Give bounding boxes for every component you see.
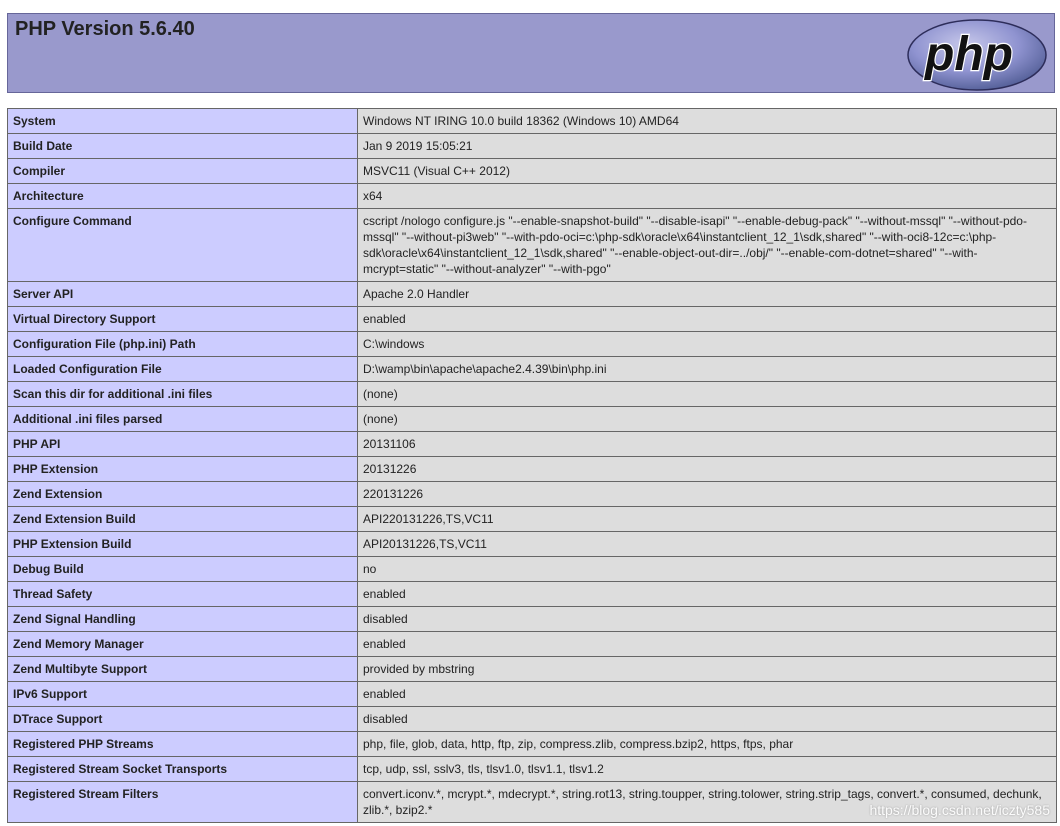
- row-key: Virtual Directory Support: [7, 306, 358, 332]
- row-key: DTrace Support: [7, 706, 358, 732]
- row-value: Jan 9 2019 15:05:21: [357, 133, 1057, 159]
- table-row: Scan this dir for additional .ini files(…: [7, 381, 1057, 407]
- table-row: IPv6 Support enabled: [7, 681, 1057, 707]
- source-watermark: https://blog.csdn.net/iczty585: [869, 802, 1050, 818]
- row-value: no: [357, 556, 1057, 582]
- table-row: Configuration File (php.ini) Path C:\wind…: [7, 331, 1057, 357]
- row-key: Zend Multibyte Support: [7, 656, 358, 682]
- row-key: Registered PHP Streams: [7, 731, 358, 757]
- row-value: enabled: [357, 681, 1057, 707]
- table-row: System Windows NT IRING 10.0 build 18362 …: [7, 108, 1057, 134]
- table-row: Debug Build no: [7, 556, 1057, 582]
- row-value: (none): [357, 381, 1057, 407]
- row-key: Configure Command: [7, 208, 358, 282]
- row-value: MSVC11 (Visual C++ 2012): [357, 158, 1057, 184]
- page-title: PHP Version 5.6.40: [15, 18, 195, 40]
- table-row: Registered PHP Streams php, file, glob, d…: [7, 731, 1057, 757]
- row-value: API220131226,TS,VC11: [357, 506, 1057, 532]
- row-key: Architecture: [7, 183, 358, 209]
- row-key: Zend Extension: [7, 481, 358, 507]
- row-key: Zend Extension Build: [7, 506, 358, 532]
- php-version-header: PHP Version 5.6.40 php: [7, 13, 1055, 93]
- table-row: Zend Extension 220131226: [7, 481, 1057, 507]
- row-value: C:\windows: [357, 331, 1057, 357]
- table-row: DTrace Support disabled: [7, 706, 1057, 732]
- row-key: IPv6 Support: [7, 681, 358, 707]
- row-key: System: [7, 108, 358, 134]
- row-value: API20131226,TS,VC11: [357, 531, 1057, 557]
- row-key: Build Date: [7, 133, 358, 159]
- table-row: Thread Safety enabled: [7, 581, 1057, 607]
- phpinfo-page: PHP Version 5.6.40 php System Windows NT …: [0, 0, 1060, 826]
- row-value: Windows NT IRING 10.0 build 18362 (Windo…: [357, 108, 1057, 134]
- row-key: Configuration File (php.ini) Path: [7, 331, 358, 357]
- table-row: Compiler MSVC11 (Visual C++ 2012): [7, 158, 1057, 184]
- row-value: 220131226: [357, 481, 1057, 507]
- row-key: PHP Extension: [7, 456, 358, 482]
- row-value: (none): [357, 406, 1057, 432]
- php-logo-icon: php: [907, 19, 1047, 91]
- row-value: 20131106: [357, 431, 1057, 457]
- row-value: enabled: [357, 631, 1057, 657]
- row-value: enabled: [357, 581, 1057, 607]
- row-value: enabled: [357, 306, 1057, 332]
- row-key: Registered Stream Socket Transports: [7, 756, 358, 782]
- row-value: D:\wamp\bin\apache\apache2.4.39\bin\php.…: [357, 356, 1057, 382]
- table-row: Loaded Configuration File D:\wamp\bin\apa…: [7, 356, 1057, 382]
- table-row: Registered Stream Socket Transports tcp, …: [7, 756, 1057, 782]
- row-key: Zend Signal Handling: [7, 606, 358, 632]
- row-key: Scan this dir for additional .ini files: [7, 381, 358, 407]
- php-info-table: System Windows NT IRING 10.0 build 18362 …: [7, 108, 1057, 823]
- row-key: Compiler: [7, 158, 358, 184]
- table-row: Configure Command cscript /nologo configu…: [7, 208, 1057, 282]
- row-value: provided by mbstring: [357, 656, 1057, 682]
- row-value: Apache 2.0 Handler: [357, 281, 1057, 307]
- row-value: 20131226: [357, 456, 1057, 482]
- table-row: Virtual Directory Support enabled: [7, 306, 1057, 332]
- row-key: Additional .ini files parsed: [7, 406, 358, 432]
- table-row: Zend Signal Handling disabled: [7, 606, 1057, 632]
- table-row: Server API Apache 2.0 Handler: [7, 281, 1057, 307]
- table-row: Zend Multibyte Support provided by mbstri…: [7, 656, 1057, 682]
- table-row: PHP Extension Build API20131226,TS,VC11: [7, 531, 1057, 557]
- row-value: disabled: [357, 606, 1057, 632]
- table-row: Additional .ini files parsed (none): [7, 406, 1057, 432]
- row-key: Zend Memory Manager: [7, 631, 358, 657]
- row-value: cscript /nologo configure.js "--enable-s…: [357, 208, 1057, 282]
- row-key: Registered Stream Filters: [7, 781, 358, 823]
- table-row: Build Date Jan 9 2019 15:05:21: [7, 133, 1057, 159]
- row-key: Loaded Configuration File: [7, 356, 358, 382]
- row-value: tcp, udp, ssl, sslv3, tls, tlsv1.0, tlsv…: [357, 756, 1057, 782]
- svg-text:php: php: [923, 28, 1013, 81]
- row-value: x64: [357, 183, 1057, 209]
- table-row: Zend Memory Manager enabled: [7, 631, 1057, 657]
- row-value: disabled: [357, 706, 1057, 732]
- table-row: PHP API 20131106: [7, 431, 1057, 457]
- row-key: PHP Extension Build: [7, 531, 358, 557]
- row-key: Thread Safety: [7, 581, 358, 607]
- table-row: Architecture x64: [7, 183, 1057, 209]
- row-key: Debug Build: [7, 556, 358, 582]
- table-row: PHP Extension 20131226: [7, 456, 1057, 482]
- row-key: PHP API: [7, 431, 358, 457]
- table-row: Zend Extension Build API220131226,TS,VC11: [7, 506, 1057, 532]
- row-key: Server API: [7, 281, 358, 307]
- row-value: php, file, glob, data, http, ftp, zip, c…: [357, 731, 1057, 757]
